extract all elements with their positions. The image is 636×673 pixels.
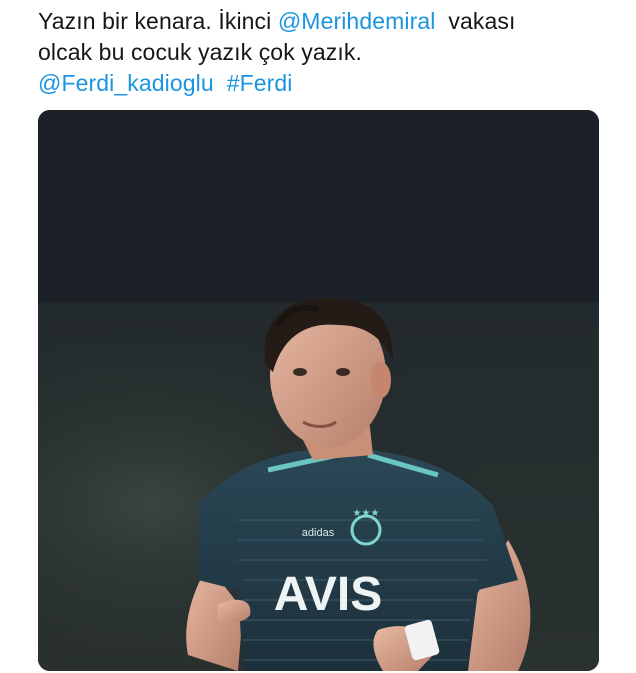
tweet-line-1: Yazın bir kenara. İkinci @Merihdemiral v… <box>38 6 618 37</box>
tweet-line-3: @Ferdi_kadioglu #Ferdi <box>38 68 618 99</box>
mention-link-ferdi-kadioglu[interactable]: @Ferdi_kadioglu <box>38 70 214 96</box>
jersey-brand-text: adidas <box>302 527 335 539</box>
tweet-text-segment: vakası <box>435 8 516 34</box>
tweet-text-segment: olcak bu cocuk yazık çok yazık. <box>38 39 362 65</box>
tweet-photo[interactable]: ★★★ adidas AVIS <box>38 110 599 671</box>
mention-link-merihdemiral[interactable]: @Merihdemiral <box>278 8 436 34</box>
photo-illustration: ★★★ adidas AVIS <box>38 110 599 671</box>
tweet-line-2: olcak bu cocuk yazık çok yazık. <box>38 37 618 68</box>
hashtag-link-ferdi[interactable]: #Ferdi <box>227 70 293 96</box>
tweet-text-segment: Yazın bir kenara. İkinci <box>38 8 278 34</box>
svg-text:★★★: ★★★ <box>353 508 380 519</box>
tweet-text: Yazın bir kenara. İkinci @Merihdemiral v… <box>38 6 618 99</box>
jersey-sponsor-text: AVIS <box>274 568 382 621</box>
